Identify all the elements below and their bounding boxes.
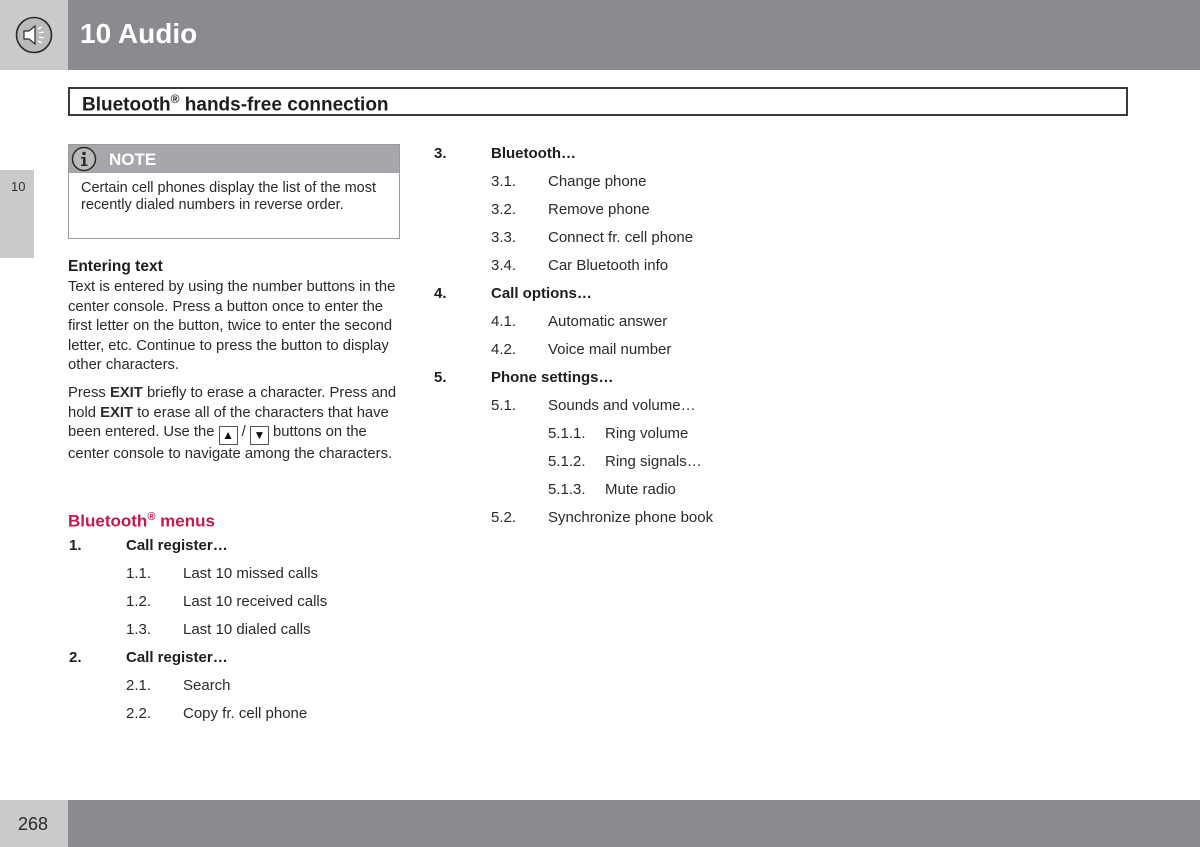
menu-item-number: 5.1. bbox=[491, 397, 517, 414]
up-arrow-key-icon: ▲ bbox=[218, 426, 238, 445]
exit-key-label: EXIT bbox=[100, 404, 133, 421]
section-title-box: Bluetooth® hands-free connection bbox=[68, 87, 1128, 116]
menu-item-label: Phone settings… bbox=[491, 369, 614, 386]
down-arrow-key-icon: ▼ bbox=[249, 426, 269, 445]
menu-item-label: Last 10 received calls bbox=[183, 593, 328, 610]
menu-item-label: Last 10 dialed calls bbox=[183, 621, 311, 638]
menu-item-number: 3. bbox=[434, 145, 447, 162]
menu-item-number: 2.1. bbox=[126, 677, 152, 694]
menu-item-label: Call options… bbox=[491, 285, 592, 302]
section-title: Bluetooth® hands-free connection bbox=[82, 92, 389, 116]
menu-item-label: Remove phone bbox=[548, 201, 650, 218]
chapter-title: 10 Audio bbox=[80, 18, 198, 49]
text-run: / bbox=[237, 424, 250, 440]
menu-item-number: 5.2. bbox=[491, 509, 517, 526]
footer-bar bbox=[68, 800, 1200, 847]
menu-item-number: 4.1. bbox=[491, 313, 517, 330]
menu-item-number: 5.1.1. bbox=[548, 425, 586, 442]
menu-item-label: Ring signals… bbox=[605, 453, 702, 470]
menu-item-label: Call register… bbox=[126, 649, 228, 666]
side-tab-label: 10 bbox=[11, 179, 26, 194]
registered-mark: ® bbox=[170, 92, 180, 106]
menu-item-label: Last 10 missed calls bbox=[183, 565, 319, 582]
chapter-side-tab: 10 bbox=[0, 170, 34, 258]
menu-item-number: 3.4. bbox=[491, 257, 517, 274]
info-icon bbox=[71, 146, 97, 172]
menu-item-label: Car Bluetooth info bbox=[548, 257, 669, 274]
page-number: 268 bbox=[18, 814, 49, 834]
menu-item-label: Change phone bbox=[548, 173, 647, 190]
menu-item-label: Voice mail number bbox=[548, 341, 672, 358]
note-label: NOTE bbox=[109, 150, 157, 169]
menu-item-label: Ring volume bbox=[605, 425, 689, 442]
menu-item-number: 3.2. bbox=[491, 201, 517, 218]
note-header: NOTE bbox=[69, 145, 399, 173]
menu-item-label: Search bbox=[183, 677, 231, 694]
menu-item-number: 3.1. bbox=[491, 173, 517, 190]
entering-text-paragraph-2: Press EXIT briefly to erase a character.… bbox=[68, 384, 402, 465]
menu-item-label: Connect fr. cell phone bbox=[548, 229, 694, 246]
menu-item-number: 4.2. bbox=[491, 341, 517, 358]
section-title-rest: hands-free connection bbox=[179, 94, 389, 116]
note-box: NOTE Certain cell phones display the lis… bbox=[68, 144, 400, 239]
menu-item-label: Sounds and volume… bbox=[548, 397, 696, 414]
menu-item-number: 5. bbox=[434, 369, 447, 386]
text-run: Press bbox=[68, 385, 110, 401]
note-text: Certain cell phones display the list of … bbox=[81, 180, 376, 213]
menu-item-label: Mute radio bbox=[605, 481, 676, 498]
menu-item-label: Bluetooth… bbox=[491, 145, 576, 162]
menu-item-number: 5.1.3. bbox=[548, 481, 586, 498]
menu-item-number: 1.2. bbox=[126, 593, 152, 610]
menu-item-label: Automatic answer bbox=[548, 313, 668, 330]
bluetooth-menus-heading: Bluetooth® menus bbox=[68, 511, 215, 532]
menu-item-number: 1. bbox=[69, 537, 82, 554]
menu-item-number: 5.1.2. bbox=[548, 453, 586, 470]
menu-item-label: Call register… bbox=[126, 537, 228, 554]
exit-key-label: EXIT bbox=[109, 385, 143, 401]
section-title-text: Bluetooth bbox=[82, 94, 171, 116]
entering-text-heading: Entering text bbox=[68, 258, 163, 275]
menus-heading-rest: menus bbox=[155, 511, 215, 531]
menu-item-number: 1.1. bbox=[126, 565, 152, 582]
menu-item-number: 3.3. bbox=[491, 229, 517, 246]
menu-item-label: Synchronize phone book bbox=[548, 509, 714, 526]
menu-item-number: 1.3. bbox=[126, 621, 152, 638]
menus-heading-text: Bluetooth bbox=[68, 511, 148, 531]
speaker-icon bbox=[15, 16, 53, 54]
menu-item-number: 2.2. bbox=[126, 705, 152, 722]
chapter-header-bar bbox=[68, 0, 1200, 70]
menu-item-number: 4. bbox=[434, 285, 447, 302]
menu-item-label: Copy fr. cell phone bbox=[183, 705, 308, 722]
entering-text-paragraph-1: Text is entered by using the number butt… bbox=[68, 279, 396, 373]
menu-item-number: 2. bbox=[69, 649, 82, 666]
